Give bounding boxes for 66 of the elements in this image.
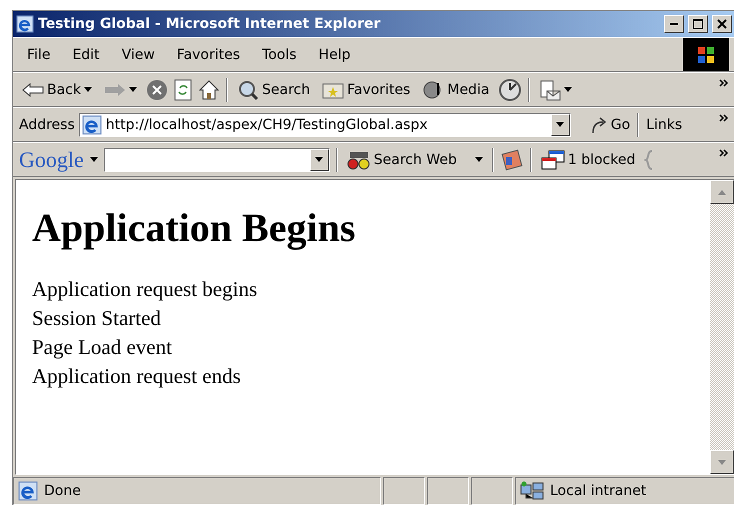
caret-icon <box>564 87 572 92</box>
menu-item[interactable]: File <box>19 46 58 62</box>
clock-icon[interactable] <box>498 78 522 102</box>
home-icon[interactable] <box>198 78 220 100</box>
page-heading: Application Begins <box>32 204 356 251</box>
dropdown-button[interactable] <box>310 148 329 170</box>
address-text: http://localhost/aspex/CH9/TestingGlobal.aspx <box>106 116 428 132</box>
scroll-down-button[interactable] <box>710 450 734 474</box>
browser-icon <box>82 114 102 134</box>
zone-text: Local intranet <box>550 483 646 499</box>
page-text: Page Load event <box>32 334 173 361</box>
media-button[interactable]: Media <box>419 78 492 100</box>
minimize-button[interactable] <box>664 15 684 33</box>
refresh-icon[interactable] <box>174 78 192 100</box>
browser-icon <box>16 15 34 33</box>
forward-arrow-icon <box>104 82 126 96</box>
up-arrow-icon <box>718 190 726 194</box>
maximize-button[interactable] <box>688 15 708 33</box>
caret-icon <box>84 87 92 92</box>
links-button[interactable]: Links <box>643 116 686 132</box>
scrollbar[interactable] <box>710 180 734 474</box>
close-icon <box>717 19 727 29</box>
menu-item[interactable]: Help <box>310 46 358 62</box>
stop-icon[interactable] <box>146 78 168 100</box>
chevron-icon[interactable] <box>719 79 729 87</box>
favorites-button[interactable]: Favorites <box>319 80 414 98</box>
close-button[interactable] <box>712 15 732 33</box>
envelope-icon <box>539 78 562 100</box>
chevron-icon[interactable] <box>719 149 729 157</box>
address-label: Address <box>19 116 75 132</box>
network-icon <box>520 481 544 501</box>
caret-icon <box>315 157 324 162</box>
back-button[interactable]: Back <box>19 82 95 98</box>
menu-item[interactable]: Edit <box>64 46 108 62</box>
search-icon <box>237 78 259 100</box>
page-text: Application request begins <box>32 276 258 303</box>
popup-blocker-button[interactable]: 1 blocked <box>538 150 638 170</box>
page-text: Application request ends <box>32 363 242 390</box>
down-arrow-icon <box>718 460 726 464</box>
caret-icon <box>474 157 483 162</box>
address-field[interactable]: http://localhost/aspex/CH9/TestingGlobal.aspx <box>78 112 571 136</box>
dropdown-button[interactable] <box>550 114 570 136</box>
go-button[interactable]: Go <box>586 116 634 134</box>
flag-icon <box>696 46 716 64</box>
search-button[interactable]: Search <box>234 78 314 100</box>
caret-icon <box>129 87 137 92</box>
menu-item[interactable]: Favorites <box>168 46 248 62</box>
back-arrow-icon <box>22 82 44 96</box>
google-logo[interactable]: Google <box>19 146 84 172</box>
window-title: Testing Global - Microsoft Internet Explorer <box>38 16 382 32</box>
windows-stack-icon <box>540 150 565 170</box>
page-text: Session Started <box>32 305 162 332</box>
google-search-field[interactable] <box>104 148 330 172</box>
browser-icon <box>18 481 38 501</box>
scroll-up-button[interactable] <box>710 180 734 204</box>
binoculars-icon <box>346 150 371 170</box>
maximize-icon <box>693 19 703 29</box>
minimize-icon <box>670 23 678 25</box>
status-text: Done <box>44 483 81 499</box>
search-web-button[interactable]: Search Web <box>344 150 486 170</box>
caret-icon <box>90 157 98 162</box>
go-arrow-icon <box>590 116 608 134</box>
menu-item[interactable]: View <box>114 46 163 62</box>
caret-icon <box>556 122 564 127</box>
menu-item[interactable]: Tools <box>254 46 305 62</box>
chevron-icon[interactable] <box>719 114 729 122</box>
